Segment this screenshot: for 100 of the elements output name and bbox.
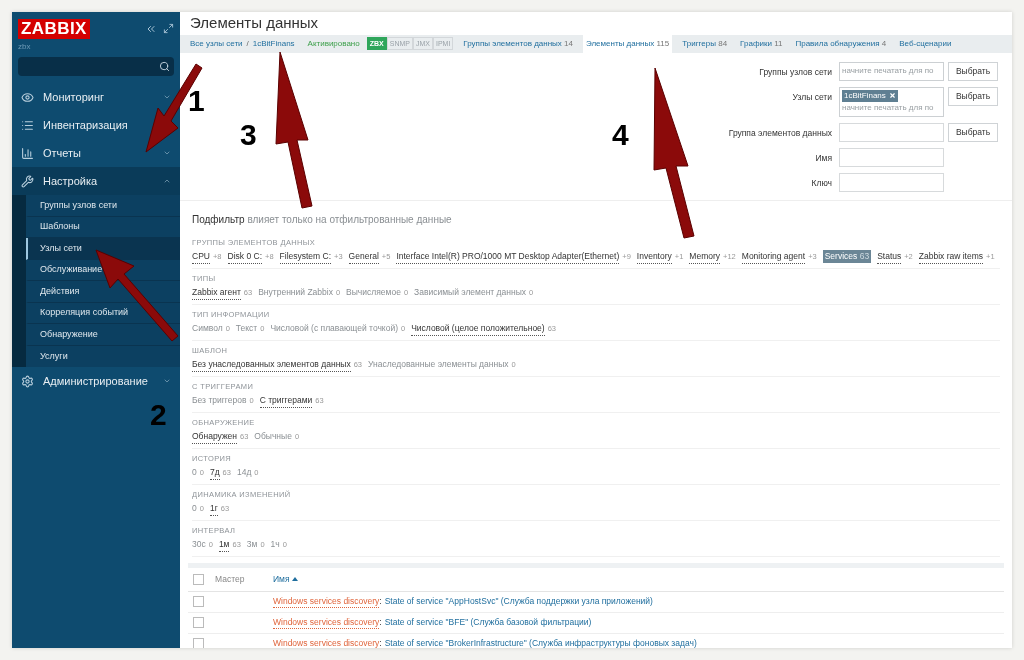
text-input[interactable]: начните печатать для по (842, 101, 941, 114)
column-header[interactable]: Имя (273, 572, 298, 586)
subfilter-option[interactable]: Числовой (целое положительное) (411, 321, 545, 336)
host-tag[interactable]: 1cBitFinans (842, 89, 898, 102)
annotation-number: 3 (240, 120, 257, 150)
item-name-link[interactable]: State of service "AppHostSvc" (Служба поддержки узла приложений) (384, 594, 653, 609)
menu-item[interactable]: Мониторинг (12, 83, 180, 111)
submenu-item[interactable]: Обнаружение (26, 324, 180, 346)
subfilter-option[interactable]: CPU (192, 249, 210, 264)
subfilter-option: 30с (192, 538, 206, 551)
submenu-item[interactable]: Узлы сети (26, 238, 180, 260)
row-checkbox[interactable] (193, 596, 204, 607)
tab[interactable]: Графики 11 (737, 34, 786, 53)
page-title: Элементы данных (189, 13, 320, 33)
zabbix-logo[interactable]: ZABBIX (18, 19, 90, 39)
chevron-up-icon (163, 177, 171, 185)
separator-text: : (379, 636, 382, 648)
subfilter-option[interactable]: Services 63 (822, 250, 872, 263)
subfilter-option[interactable]: Memory (689, 249, 721, 264)
gear-icon (21, 374, 34, 388)
row-checkbox[interactable] (193, 617, 204, 628)
subfilter-option: Вычисляемое (346, 286, 401, 299)
subfilter-option[interactable]: Inventory (636, 249, 672, 264)
subfilter-option: 14д (236, 466, 252, 479)
subfilter-option[interactable]: Zabbix агент (192, 285, 241, 300)
breadcrumb-link[interactable]: 1cBitFinans (252, 37, 295, 50)
collapse-icon[interactable] (145, 23, 157, 35)
chevron-down-icon (163, 149, 171, 157)
filter-label: Ключ (810, 176, 833, 190)
separator-text: : (379, 594, 382, 608)
subfilter-option[interactable]: Disk 0 C: (227, 249, 262, 264)
host-status: Активировано (307, 37, 360, 50)
subfilter-note: влияет только на отфильтрованные данные (247, 213, 452, 225)
subfilter-option[interactable]: Monitoring agent (741, 249, 806, 264)
subfilter-option[interactable]: 1м (218, 537, 230, 552)
tab[interactable]: Правила обнаружения 4 (792, 34, 890, 53)
item-name-link[interactable]: State of service "BrokerInfrastructure" (Служба инфраструктуры фоновых задач) (384, 636, 697, 648)
filter-label: Имя (814, 151, 833, 165)
select-button[interactable]: Выбрать (948, 61, 998, 81)
subfilter-option[interactable]: Без унаследованных элементов данных (192, 357, 351, 372)
select-all-checkbox[interactable] (193, 573, 204, 585)
menu-item[interactable]: Администрирование (12, 367, 180, 395)
subfilter-option[interactable]: С триггерами (259, 393, 313, 408)
item-name-link[interactable]: State of service "BFE" (Служба базовой фильтрации) (384, 615, 592, 630)
bar-chart-icon (21, 146, 34, 160)
sort-ascending-icon (291, 577, 298, 581)
filter-label: Группа элементов данных (728, 126, 833, 140)
input-field[interactable] (839, 147, 944, 167)
submenu-item[interactable]: Группы узлов сети (26, 195, 180, 217)
subfilter-option: Текст (235, 322, 258, 335)
eye-icon (21, 90, 34, 104)
subfilter-option: Зависимый элемент данных (414, 286, 527, 299)
filter-label: Узлы сети (791, 90, 833, 104)
filter-label: Группы узлов сети (758, 65, 833, 79)
separator-text: : (379, 615, 382, 629)
subfilter-option: 3м (246, 538, 258, 551)
input-field[interactable] (839, 172, 944, 192)
subfilter-option[interactable]: 1г (209, 501, 218, 516)
subfilter-option[interactable]: General (348, 249, 379, 264)
breadcrumb-separator: / (246, 37, 249, 50)
subfilter-option: Числовой (с плавающей точкой) (270, 322, 398, 335)
annotation-number: 1 (188, 86, 205, 116)
column-header: Мастер (215, 572, 246, 586)
subfilter-option: 1ч (270, 538, 280, 551)
subfilter-option[interactable]: Status (877, 249, 902, 264)
breadcrumb-link[interactable]: Все узлы сети (190, 37, 243, 50)
subfilter-option[interactable]: Filesystem C: (279, 249, 332, 264)
subfilter-option: Символ (192, 322, 223, 335)
input-field[interactable] (839, 122, 944, 142)
annotation-number: 4 (612, 120, 629, 150)
subfilter-option: Унаследованные элементы данных (368, 358, 509, 371)
subfilter-option: 0 (192, 466, 197, 479)
expand-icon[interactable] (163, 23, 174, 34)
search-field[interactable] (18, 57, 174, 76)
multiselect-field[interactable]: 1cBitFinans начните печатать для по (839, 86, 944, 117)
tab[interactable]: Триггеры 84 (679, 34, 731, 53)
subfilter-option[interactable]: 7д (209, 465, 220, 480)
search-icon (159, 61, 170, 72)
menu-item[interactable]: Инвентаризация (12, 111, 180, 139)
subfilter-option[interactable]: Interface Intel(R) PRO/1000 MT Desktop Adapter(Ethernet) (396, 249, 620, 264)
submenu-item[interactable]: Действия (26, 281, 180, 303)
tab[interactable]: Группы элементов данных 14 (460, 34, 576, 53)
row-checkbox[interactable] (193, 638, 204, 648)
submenu-item[interactable]: Услуги (26, 345, 180, 367)
subfilter-option: Внутренний Zabbix (258, 286, 333, 299)
tab[interactable]: Элементы данных 115 (582, 34, 673, 53)
subfilter-option[interactable]: Обнаружен (192, 429, 237, 444)
menu-item[interactable]: Отчеты (12, 139, 180, 167)
subfilter-option[interactable]: Zabbix raw items (918, 249, 984, 264)
server-name: zbx (18, 41, 32, 53)
tab[interactable]: Веб-сценарии (896, 34, 955, 53)
subfilter-option: 0 (192, 502, 197, 515)
list-icon (21, 118, 34, 132)
submenu-item[interactable]: Шаблоны (26, 216, 180, 238)
remove-icon[interactable] (888, 92, 896, 99)
select-button[interactable]: Выбрать (948, 86, 998, 106)
chevron-down-icon (163, 93, 171, 101)
select-button[interactable]: Выбрать (948, 122, 998, 142)
annotation-number: 2 (150, 400, 167, 430)
menu-item[interactable]: Настройка (12, 167, 180, 195)
